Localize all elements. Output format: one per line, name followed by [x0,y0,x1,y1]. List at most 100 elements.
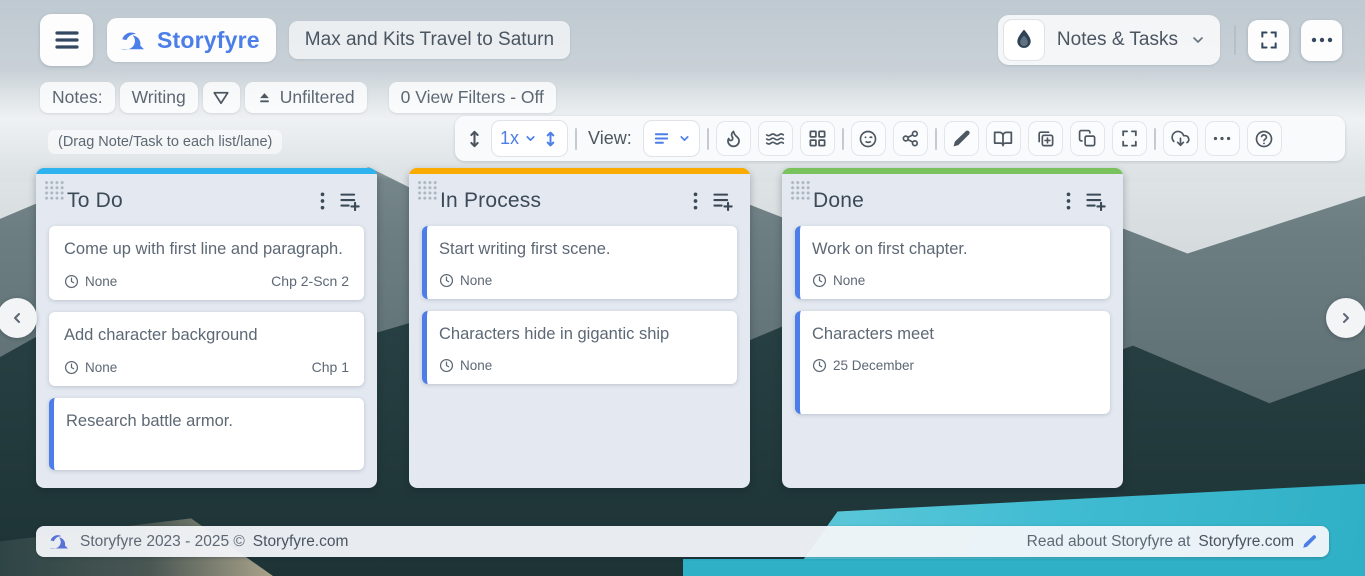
storyfyre-logo-button[interactable]: Storyfyre [107,18,276,62]
note-card-title: Add character background [64,324,349,346]
open-book-icon [993,129,1013,149]
fullscreen-icon [1120,129,1139,148]
hamburger-icon [54,29,80,51]
duplicate-add-button[interactable] [1028,121,1063,156]
column-menu-button[interactable] [320,191,325,211]
column-drag-handle-icon[interactable] [44,180,65,201]
note-card-meta: 25 December [812,358,1095,373]
ellipsis-icon [1213,136,1231,141]
app-window: Storyfyre Max and Kits Travel to Saturn … [0,0,1365,576]
zoom-level-value: 1x [500,128,519,149]
unfiltered-button[interactable]: Unfiltered [245,82,367,113]
toolbar-more-button[interactable] [1205,121,1240,156]
kanban-board: To DoCome up with first line and paragra… [36,168,1123,488]
column-cards: Start writing first scene.NoneCharacters… [409,226,750,384]
row-height-icon[interactable] [465,128,484,150]
note-card-title: Research battle armor. [66,410,349,432]
note-due-text: None [85,360,117,375]
zoom-level-dropdown[interactable]: 1x [491,120,568,157]
note-due-text: None [460,273,492,288]
note-due: 25 December [812,358,914,373]
note-due: None [439,358,492,373]
mode-icon-box[interactable] [1003,19,1045,61]
column-menu-button[interactable] [693,191,698,211]
scroll-right-button[interactable] [1326,298,1365,338]
filter-funnel-button[interactable] [203,82,240,113]
help-button[interactable] [1247,121,1282,156]
grid-view-button[interactable] [800,121,835,156]
chevron-left-icon [9,310,25,326]
toolbar-divider [575,128,577,150]
notes-label: Notes: [40,82,115,113]
note-card-meta: None [812,273,1095,288]
writing-mode-button[interactable]: Writing [120,82,198,113]
chevron-down-icon [678,132,691,145]
water-drop-icon [1014,28,1034,52]
header-more-button[interactable] [1301,20,1342,61]
board-fullscreen-button[interactable] [1112,121,1147,156]
fullscreen-icon [1259,30,1279,50]
header-right-group: Notes & Tasks [998,15,1342,65]
chevron-down-icon [524,132,537,145]
add-note-button[interactable] [1085,191,1108,211]
read-book-button[interactable] [986,121,1021,156]
character-view-button[interactable] [851,121,886,156]
add-note-button[interactable] [712,191,735,211]
column-drag-handle-icon[interactable] [417,180,438,201]
align-left-icon [652,130,671,147]
zoom-updown-icon[interactable] [542,129,559,149]
column-actions [320,191,362,211]
board-title[interactable]: Max and Kits Travel to Saturn [289,21,570,59]
mode-selector-label: Notes & Tasks [1057,29,1178,51]
note-due: None [64,274,117,289]
edit-button[interactable] [944,121,979,156]
footer-left: Storyfyre 2023 - 2025 © Storyfyre.com [48,532,348,551]
clock-icon [64,274,79,289]
note-due: None [64,360,117,375]
hamburger-menu-button[interactable] [40,14,93,66]
column-actions [693,191,735,211]
flame-view-button[interactable] [716,121,751,156]
note-card[interactable]: Come up with first line and paragraph.No… [49,226,364,300]
column-drag-handle-icon[interactable] [790,180,811,201]
mode-selector-dropdown[interactable]: Notes & Tasks [998,15,1220,65]
footer-site-link[interactable]: Storyfyre.com [253,533,349,551]
toolbar-divider [842,128,844,150]
footer-read-link[interactable]: Storyfyre.com [1198,533,1294,551]
column-menu-button[interactable] [1066,191,1071,211]
note-tag: Chp 2-Scn 2 [271,273,349,289]
edit-pencil-icon[interactable] [1302,534,1317,549]
note-card-meta: NoneChp 1 [64,359,349,375]
note-card[interactable]: Add character background NoneChp 1 [49,312,364,386]
note-card[interactable]: Work on first chapter. None [795,226,1110,299]
clock-icon [439,358,454,373]
column-title: In Process [440,189,541,213]
add-note-button[interactable] [339,191,362,211]
column-body: In Process Start writing first scene. None… [409,174,750,488]
share-nodes-icon [901,129,920,148]
note-card-title: Work on first chapter. [812,238,1095,260]
note-card[interactable]: Characters meet25 December [795,311,1110,414]
note-card[interactable]: Research battle armor. [49,398,364,470]
view-mode-dropdown[interactable] [643,120,700,157]
footer-read-about: Read about Storyfyre at [1027,533,1191,551]
note-card[interactable]: Start writing first scene. None [422,226,737,299]
footer-bar: Storyfyre 2023 - 2025 © Storyfyre.com Re… [36,526,1329,557]
note-due-text: None [460,358,492,373]
cloud-download-button[interactable] [1163,121,1198,156]
column-title: Done [813,189,864,213]
clock-icon [64,360,79,375]
note-card-title: Characters hide in gigantic ship [439,323,722,345]
waves-view-button[interactable] [758,121,793,156]
note-card[interactable]: Characters hide in gigantic ship None [422,311,737,384]
fullscreen-button[interactable] [1248,20,1289,61]
copy-plus-icon [1036,129,1055,148]
header-bar: Storyfyre Max and Kits Travel to Saturn … [40,14,1342,66]
note-card-title: Start writing first scene. [439,238,722,260]
board-column-to-do: To DoCome up with first line and paragra… [36,168,377,488]
relations-view-button[interactable] [893,121,928,156]
view-filters-status[interactable]: 0 View Filters - Off [389,82,556,113]
copy-button[interactable] [1070,121,1105,156]
background-water-strip [683,559,1365,576]
toolbar-divider [935,128,937,150]
